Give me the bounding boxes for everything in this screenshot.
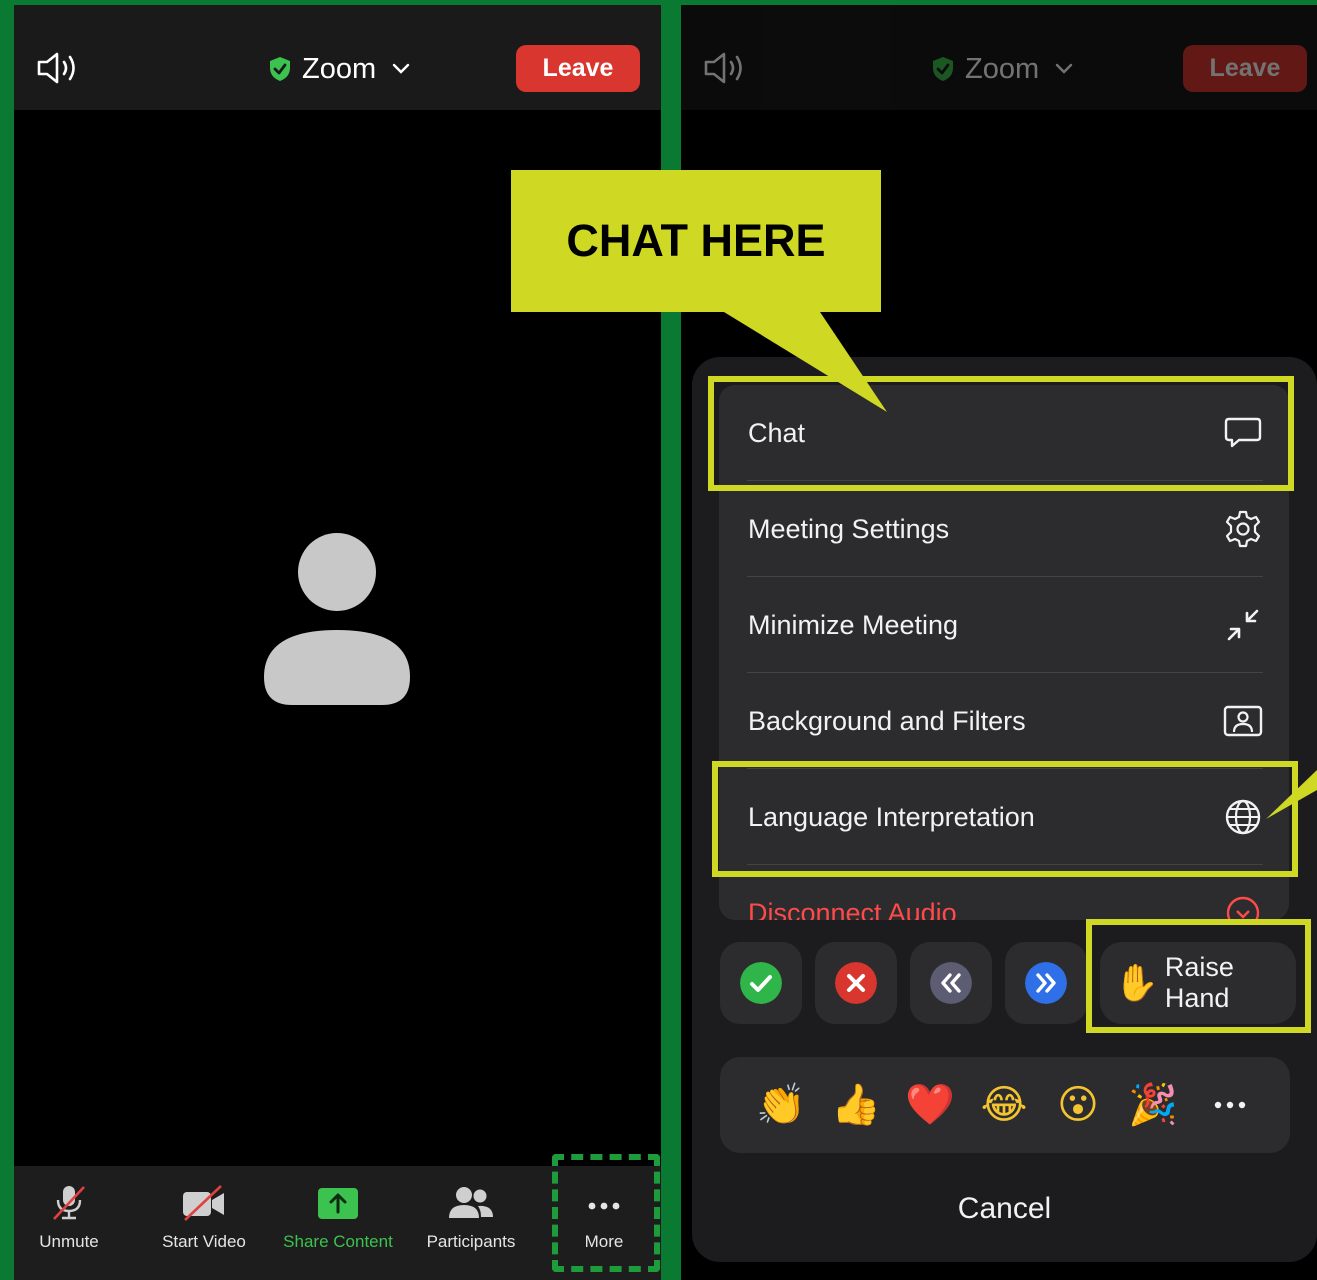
participants-label: Participants bbox=[426, 1232, 516, 1251]
chat-here-callout: CHAT HERE bbox=[511, 170, 881, 312]
meeting-title-dropdown[interactable]: Zoom bbox=[931, 49, 1073, 89]
menu-item-label: Background and Filters bbox=[748, 706, 1026, 736]
cancel-label: Cancel bbox=[957, 1192, 1052, 1225]
chevron-down-icon bbox=[392, 63, 410, 74]
check-icon bbox=[740, 962, 782, 1004]
menu-item-background-filters[interactable]: Background and Filters bbox=[719, 673, 1289, 769]
leave-button[interactable]: Leave bbox=[1183, 45, 1307, 92]
start-video-button[interactable]: Start Video bbox=[144, 1184, 264, 1252]
language-interpretation-highlight-box bbox=[712, 761, 1298, 877]
callout-text: CHAT HERE bbox=[566, 215, 826, 266]
faster-reaction-button[interactable] bbox=[1005, 942, 1087, 1024]
disconnect-audio-icon bbox=[1226, 896, 1260, 920]
x-icon bbox=[835, 962, 877, 1004]
fast-forward-icon bbox=[1025, 962, 1067, 1004]
menu-item-meeting-settings[interactable]: Meeting Settings bbox=[719, 481, 1289, 577]
shield-check-icon bbox=[270, 57, 290, 81]
more-emoji-icon[interactable] bbox=[1200, 1095, 1260, 1115]
meeting-toolbar: Unmute Start Video Share Content Partici… bbox=[14, 1154, 661, 1280]
surprised-emoji-icon[interactable]: 😮 bbox=[1050, 1081, 1106, 1129]
leave-label: Leave bbox=[542, 54, 614, 82]
cancel-button[interactable]: Cancel bbox=[692, 1192, 1317, 1226]
unmute-label: Unmute bbox=[39, 1232, 99, 1251]
thumbs-up-emoji-icon[interactable]: 👍 bbox=[828, 1081, 884, 1129]
participants-button[interactable]: Participants bbox=[411, 1184, 531, 1252]
share-content-label: Share Content bbox=[283, 1232, 393, 1251]
leave-button[interactable]: Leave bbox=[516, 45, 640, 92]
menu-item-label: Minimize Meeting bbox=[748, 610, 959, 640]
emoji-reactions-row: 👏 👍 ❤️ 😂 😮 🎉 bbox=[720, 1057, 1290, 1153]
chat-highlight-box bbox=[708, 376, 1294, 491]
no-reaction-button[interactable] bbox=[815, 942, 897, 1024]
leave-label: Leave bbox=[1209, 54, 1281, 82]
top-bar-dimmed: Zoom Leave bbox=[681, 5, 1317, 110]
joy-emoji-icon[interactable]: 😂 bbox=[976, 1081, 1032, 1129]
avatar-placeholder-icon bbox=[264, 533, 410, 705]
rewind-icon bbox=[930, 962, 972, 1004]
meeting-title: Zoom bbox=[302, 52, 377, 85]
video-off-icon bbox=[183, 1185, 224, 1221]
minimize-arrows-icon bbox=[1227, 609, 1259, 641]
meeting-title: Zoom bbox=[965, 52, 1040, 85]
chevron-down-icon bbox=[1055, 63, 1073, 74]
more-highlight-box bbox=[552, 1154, 660, 1272]
slower-reaction-button[interactable] bbox=[910, 942, 992, 1024]
gear-icon bbox=[1225, 510, 1261, 548]
top-bar: Zoom Leave bbox=[14, 5, 661, 110]
menu-item-minimize-meeting[interactable]: Minimize Meeting bbox=[719, 577, 1289, 673]
menu-item-label: Meeting Settings bbox=[748, 514, 950, 544]
participants-icon bbox=[449, 1187, 493, 1218]
speaker-icon[interactable] bbox=[703, 51, 747, 85]
speaker-icon[interactable] bbox=[36, 51, 80, 85]
meeting-title-dropdown[interactable]: Zoom bbox=[268, 49, 410, 89]
microphone-muted-icon bbox=[53, 1186, 85, 1220]
yes-reaction-button[interactable] bbox=[720, 942, 802, 1024]
clap-emoji-icon[interactable]: 👏 bbox=[753, 1081, 809, 1129]
shield-check-icon bbox=[933, 57, 953, 81]
start-video-label: Start Video bbox=[162, 1232, 246, 1251]
raise-hand-highlight-box bbox=[1086, 919, 1311, 1033]
share-upload-icon bbox=[318, 1188, 358, 1219]
heart-emoji-icon[interactable]: ❤️ bbox=[902, 1081, 958, 1129]
unmute-button[interactable]: Unmute bbox=[14, 1184, 129, 1252]
background-portrait-icon bbox=[1223, 705, 1263, 737]
share-content-button[interactable]: Share Content bbox=[278, 1184, 398, 1252]
party-popper-emoji-icon[interactable]: 🎉 bbox=[1125, 1081, 1181, 1129]
